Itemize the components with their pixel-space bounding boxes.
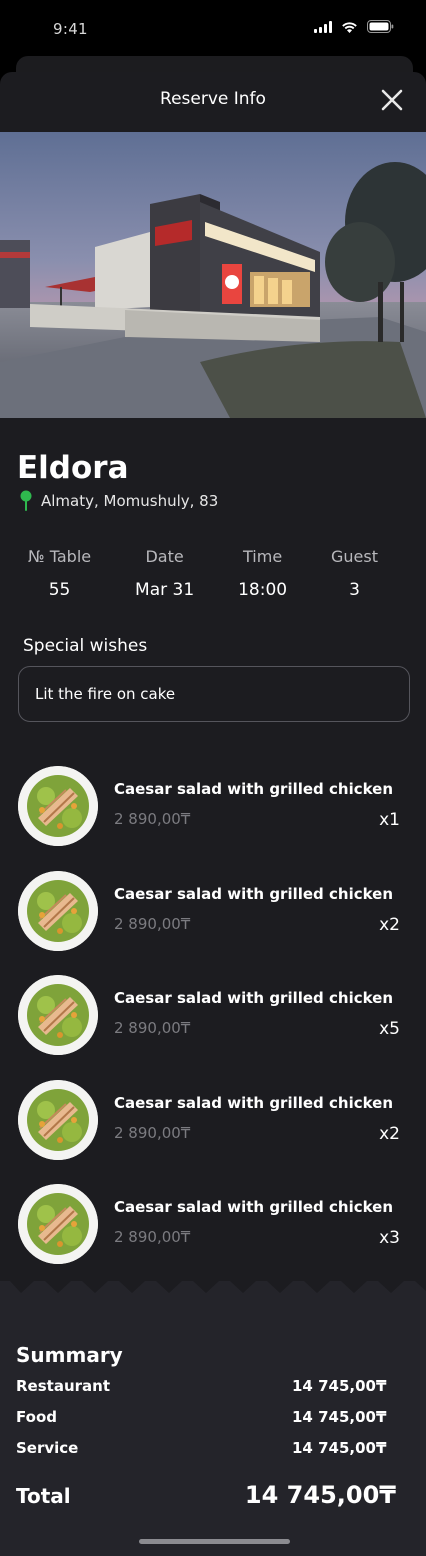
page-title: Reserve Info: [160, 89, 266, 109]
dish-price: 2 890,00₸: [114, 1019, 191, 1037]
location-pin-icon: [20, 490, 32, 511]
address-text: Almaty, Momushuly, 83: [41, 492, 219, 510]
summary-panel: Summary Restaurant 14 745,00₸ Food 14 74…: [0, 1281, 426, 1556]
special-wishes-label: Special wishes: [23, 636, 148, 656]
date-value: Mar 31: [135, 580, 195, 600]
dish-quantity: x3: [379, 1228, 400, 1248]
battery-icon: [367, 20, 394, 33]
signal-icon: [314, 20, 332, 33]
dish-image: [18, 870, 98, 951]
summary-label: Restaurant: [16, 1377, 110, 1395]
dish-name: Caesar salad with grilled chicken: [114, 989, 394, 1007]
dish-image: [18, 1184, 98, 1264]
restaurant-name: Eldora: [17, 450, 129, 486]
reserve-info-sheet: Reserve Info Eldora Almaty, Momushuly, 8…: [0, 72, 426, 1556]
restaurant-photo: [0, 132, 426, 418]
dish-image: [18, 766, 98, 846]
order-item[interactable]: Caesar salad with grilled chicken 2 890,…: [0, 973, 426, 1078]
dish-quantity: x5: [379, 1019, 400, 1039]
table-label: № Table: [28, 547, 92, 566]
dish-name: Caesar salad with grilled chicken: [114, 884, 394, 903]
time-column: Time 18:00: [238, 547, 287, 600]
order-item[interactable]: Caesar salad with grilled chicken 2 890,…: [0, 764, 426, 869]
date-column: Date Mar 31: [135, 547, 194, 600]
close-icon[interactable]: [378, 86, 406, 114]
time-label: Time: [243, 547, 283, 566]
wifi-icon: [342, 21, 357, 33]
dish-quantity: x1: [379, 810, 400, 830]
guest-column: Guest 3: [331, 547, 378, 600]
summary-row-restaurant: Restaurant 14 745,00₸: [16, 1377, 387, 1395]
summary-title: Summary: [16, 1343, 123, 1367]
special-wishes-field[interactable]: Lit the fire on cake: [18, 666, 410, 722]
dish-price: 2 890,00₸: [114, 810, 191, 828]
status-time: 9:41: [53, 20, 88, 38]
time-value: 18:00: [238, 580, 288, 600]
dish-name: Caesar salad with grilled chicken: [114, 1198, 394, 1216]
total-label: Total: [16, 1484, 71, 1508]
dish-quantity: x2: [379, 914, 400, 935]
receipt-edge: [0, 1281, 426, 1302]
summary-row-food: Food 14 745,00₸: [16, 1408, 387, 1426]
summary-label: Food: [16, 1408, 57, 1426]
order-item[interactable]: Caesar salad with grilled chicken 2 890,…: [0, 1078, 426, 1183]
order-list: Caesar salad with grilled chicken 2 890,…: [0, 764, 426, 1287]
guest-label: Guest: [331, 547, 378, 566]
summary-total: Total 14 745,00₸: [16, 1481, 396, 1509]
order-item[interactable]: Caesar salad with grilled chicken 2 890,…: [0, 1182, 426, 1287]
summary-value: 14 745,00₸: [292, 1439, 387, 1457]
summary-label: Service: [16, 1439, 79, 1457]
summary-value: 14 745,00₸: [292, 1408, 387, 1426]
sheet-header: Reserve Info: [0, 72, 426, 132]
dish-price: 2 890,00₸: [114, 1228, 191, 1246]
total-value: 14 745,00₸: [244, 1481, 396, 1509]
dish-image: [18, 975, 98, 1055]
guest-value: 3: [349, 580, 360, 600]
date-label: Date: [145, 547, 184, 566]
special-wishes-text: Lit the fire on cake: [35, 685, 176, 703]
home-indicator[interactable]: [139, 1539, 290, 1544]
order-item[interactable]: Caesar salad with grilled chicken 2 890,…: [0, 869, 426, 974]
summary-row-service: Service 14 745,00₸: [16, 1439, 387, 1457]
status-icons: [314, 20, 394, 33]
dish-quantity: x2: [379, 1123, 400, 1144]
table-value: 55: [48, 580, 71, 600]
status-bar: 9:41: [0, 0, 426, 56]
table-column: № Table 55: [28, 547, 91, 600]
summary-value: 14 745,00₸: [292, 1377, 387, 1395]
dish-price: 2 890,00₸: [114, 914, 191, 933]
dish-image: [18, 1079, 98, 1160]
dish-price: 2 890,00₸: [114, 1123, 191, 1142]
dish-name: Caesar salad with grilled chicken: [114, 1093, 394, 1112]
restaurant-address: Almaty, Momushuly, 83: [20, 490, 218, 512]
reservation-details: № Table 55 Date Mar 31 Time 18:00 Guest …: [28, 547, 378, 600]
dish-name: Caesar salad with grilled chicken: [114, 780, 394, 798]
